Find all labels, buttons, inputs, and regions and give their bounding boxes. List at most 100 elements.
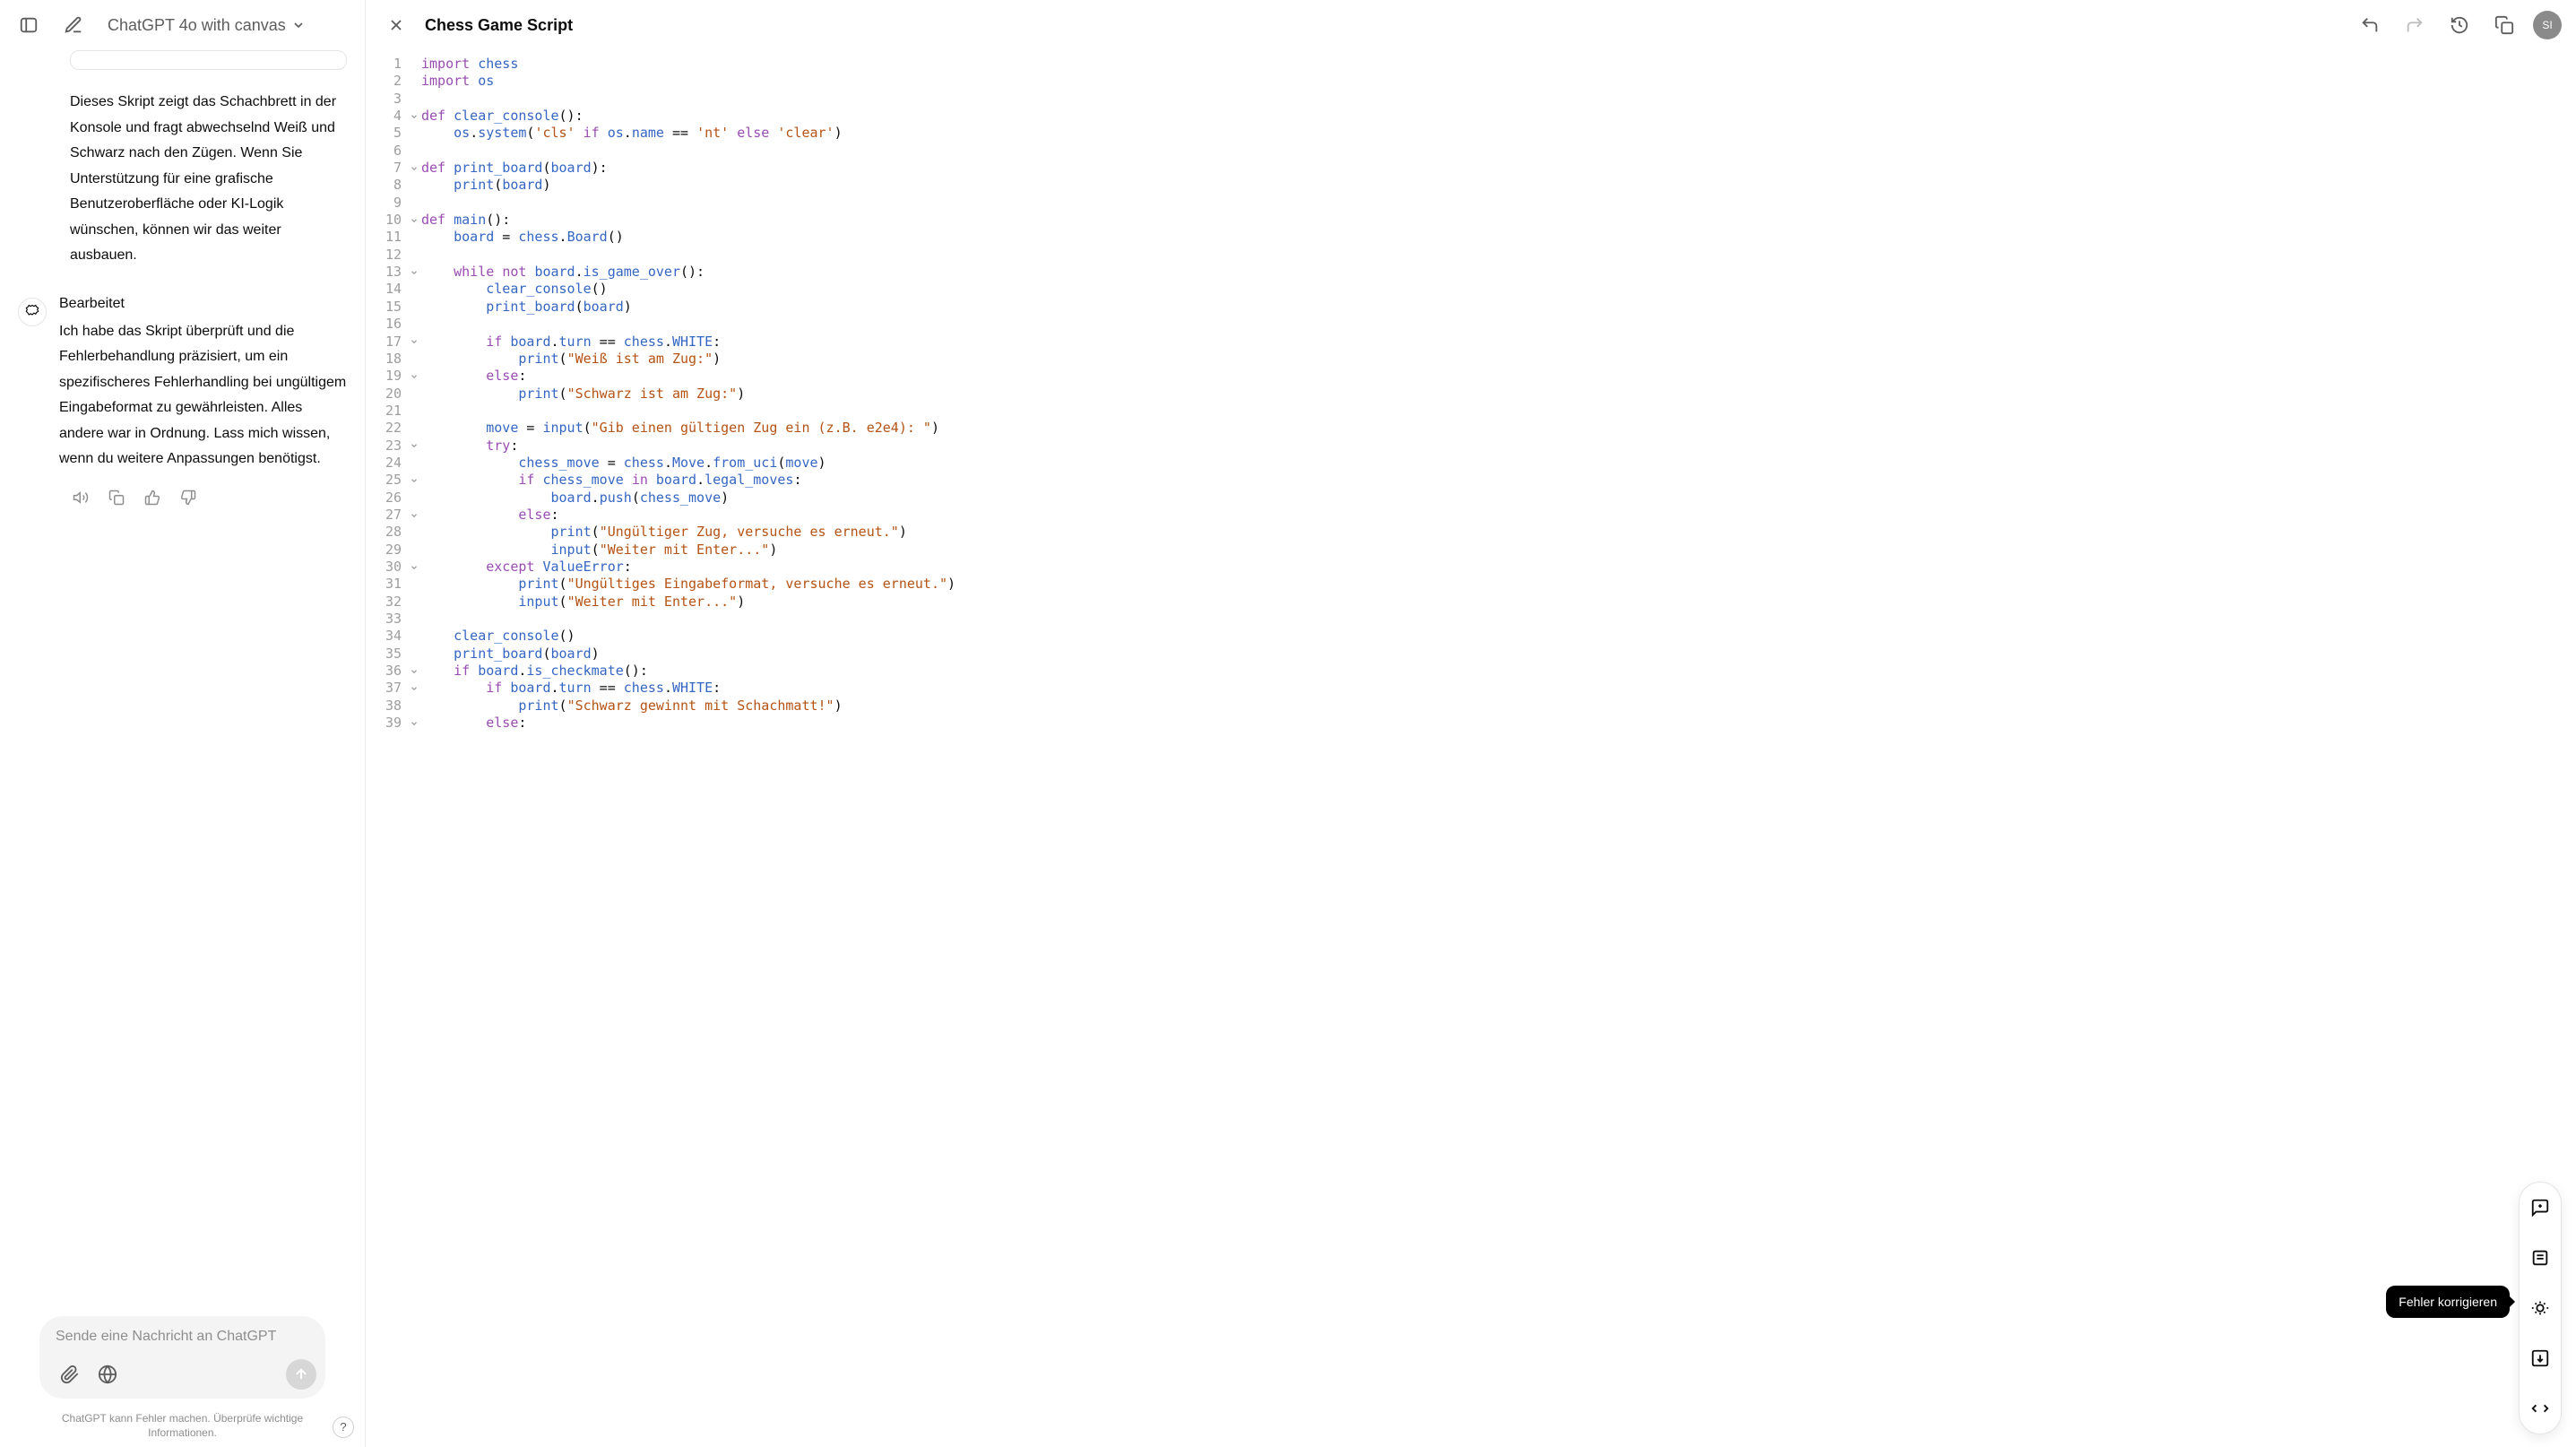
code-line[interactable] [421,195,2576,212]
code-line[interactable]: move = input("Gib einen gültigen Zug ein… [421,420,2576,437]
redo-button[interactable] [2399,9,2431,41]
fold-toggle[interactable] [407,160,421,177]
comment-tool[interactable] [2524,1191,2556,1224]
code-line[interactable] [421,91,2576,108]
close-canvas-button[interactable] [380,9,412,41]
review-tool[interactable] [2524,1392,2556,1425]
code-line[interactable]: def main(): [421,212,2576,229]
chevron-down-icon [410,112,419,121]
code-line[interactable] [421,316,2576,333]
code-line[interactable]: clear_console() [421,281,2576,298]
code-line[interactable] [421,611,2576,628]
line-number: 2 [366,73,402,90]
code-line[interactable]: print("Ungültiges Eingabeformat, versuch… [421,576,2576,593]
code-line[interactable]: print(board) [421,177,2576,194]
fold-toggle [407,386,421,403]
web-button[interactable] [93,1360,122,1389]
composer-input[interactable]: Sende eine Nachricht an ChatGPT [56,1329,316,1345]
thumbs-up-button[interactable] [140,485,165,510]
code-line[interactable]: if board.is_checkmate(): [421,663,2576,680]
speaker-icon [73,490,89,506]
code-line[interactable]: print("Schwarz ist am Zug:") [421,386,2576,403]
fold-toggle[interactable] [407,212,421,229]
line-number: 29 [366,542,402,559]
code-line[interactable]: print("Schwarz gewinnt mit Schachmatt!") [421,698,2576,715]
fold-toggle[interactable] [407,472,421,489]
code-line[interactable]: print("Weiß ist am Zug:") [421,351,2576,368]
user-avatar[interactable]: SI [2533,11,2562,39]
inline-code-preview[interactable] [70,50,347,70]
undo-button[interactable] [2354,9,2386,41]
model-selector[interactable]: ChatGPT 4o with canvas [102,13,311,39]
composer[interactable]: Sende eine Nachricht an ChatGPT [39,1316,325,1399]
code-line[interactable]: import chess [421,56,2576,73]
code-line[interactable]: print_board(board) [421,299,2576,316]
code-line[interactable] [421,143,2576,160]
code-line[interactable]: if board.turn == chess.WHITE: [421,334,2576,351]
chat-scroll[interactable]: Dieses Skript zeigt das Schachbrett in d… [0,50,365,1307]
code-line[interactable]: else: [421,507,2576,524]
fold-toggle[interactable] [407,368,421,385]
help-button[interactable]: ? [333,1417,354,1438]
line-number: 23 [366,438,402,455]
code-line[interactable]: clear_console() [421,628,2576,645]
code-line[interactable]: def clear_console(): [421,108,2576,125]
logs-tool[interactable] [2524,1242,2556,1274]
copy-code-button[interactable] [2488,9,2520,41]
code-line[interactable]: if chess_move in board.legal_moves: [421,472,2576,489]
chevron-down-icon [410,337,419,346]
history-button[interactable] [2443,9,2476,41]
line-number: 34 [366,628,402,645]
code-line[interactable]: print_board(board) [421,646,2576,663]
line-number: 1 [366,56,402,73]
line-number: 6 [366,143,402,160]
line-number: 37 [366,680,402,697]
code-line[interactable]: board = chess.Board() [421,229,2576,246]
chat-panel: ChatGPT 4o with canvas Dieses Skript zei… [0,0,365,1447]
fold-toggle[interactable] [407,438,421,455]
read-aloud-button[interactable] [68,485,93,510]
thumbs-down-button[interactable] [176,485,201,510]
fold-toggle [407,420,421,437]
code-line[interactable]: board.push(chess_move) [421,490,2576,507]
code-line[interactable] [421,247,2576,264]
footer-text: ChatGPT kann Fehler machen. Überprüfe wi… [62,1412,303,1439]
port-tool[interactable] [2524,1342,2556,1374]
fold-toggle[interactable] [407,507,421,524]
code-line[interactable]: input("Weiter mit Enter...") [421,542,2576,559]
send-button[interactable] [286,1359,316,1390]
new-chat-button[interactable] [57,9,90,41]
code-line[interactable]: else: [421,715,2576,732]
fold-toggle[interactable] [407,264,421,281]
comment-icon [2530,1198,2550,1217]
code-line[interactable]: if board.turn == chess.WHITE: [421,680,2576,697]
fold-toggle[interactable] [407,334,421,351]
paperclip-icon [60,1365,80,1384]
code-line[interactable]: else: [421,368,2576,385]
edited-label: Bearbeitet [59,296,347,312]
code-line[interactable]: def print_board(board): [421,160,2576,177]
fix-errors-tool[interactable] [2524,1292,2556,1324]
code-line[interactable]: while not board.is_game_over(): [421,264,2576,281]
code-editor[interactable]: 1234567891011121314151617181920212223242… [366,50,2576,1447]
code-line[interactable]: import os [421,73,2576,90]
code-content[interactable]: import chessimport os def clear_console(… [421,56,2576,1447]
code-line[interactable] [421,403,2576,420]
fold-toggle[interactable] [407,559,421,576]
code-line[interactable]: try: [421,438,2576,455]
attach-button[interactable] [56,1360,84,1389]
code-line[interactable]: input("Weiter mit Enter...") [421,594,2576,611]
copy-button[interactable] [104,485,129,510]
fold-toggle[interactable] [407,715,421,732]
globe-icon [98,1365,117,1384]
code-line[interactable]: chess_move = chess.Move.from_uci(move) [421,455,2576,472]
toggle-sidebar-button[interactable] [13,9,45,41]
assistant-message: Dieses Skript zeigt das Schachbrett in d… [70,90,347,269]
fold-toggle[interactable] [407,680,421,697]
fold-toggle [407,316,421,333]
fold-toggle[interactable] [407,108,421,125]
code-line[interactable]: except ValueError: [421,559,2576,576]
fold-toggle[interactable] [407,663,421,680]
code-line[interactable]: print("Ungültiger Zug, versuche es erneu… [421,524,2576,541]
code-line[interactable]: os.system('cls' if os.name == 'nt' else … [421,125,2576,142]
